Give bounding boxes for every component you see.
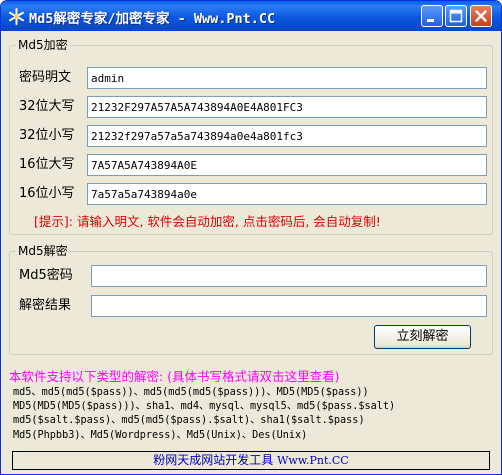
minimize-button[interactable] xyxy=(421,5,443,27)
support-caption[interactable]: 本软件支持以下类型的解密: (具体书写格式请双击这里查看) xyxy=(9,366,339,385)
lower32-output[interactable]: 21232f297a57a5a743894a0e4a801fc3 xyxy=(87,125,487,147)
methods-line: MD5(MD5(MD5($pass)))、sha1、md4、mysql、mysq… xyxy=(13,401,396,413)
decrypt-button[interactable]: 立刻解密 xyxy=(374,325,471,349)
footer-text: 粉网天成网站开发工具 xyxy=(153,453,274,467)
window-title: Md5解密专家/加密专家 - Www.Pnt.CC xyxy=(29,11,276,27)
upper16-output[interactable]: 7A57A5A743894A0E xyxy=(87,154,487,176)
encrypt-hint: [提示]: 请输入明文, 软件会自动加密, 点击密码后, 会自动复制! xyxy=(34,214,381,229)
lower32-label: 32位小写 xyxy=(19,128,75,143)
lower16-label: 16位小写 xyxy=(19,186,75,201)
plaintext-input[interactable]: admin xyxy=(87,67,487,89)
close-icon xyxy=(475,10,487,22)
minimize-icon xyxy=(427,19,434,22)
footer-link[interactable]: 粉网天成网站开发工具 Www.Pnt.CC xyxy=(12,451,490,470)
snowflake-icon xyxy=(9,8,24,25)
upper32-label: 32位大写 xyxy=(19,99,75,114)
methods-line: Md5(Phpbb3)、Md5(Wordpress)、Md5(Unix)、Des… xyxy=(13,429,308,441)
hash-label: Md5密码 xyxy=(19,268,73,283)
methods-line: md5($salt.$pass)、md5(md5($pass).$salt)、s… xyxy=(13,415,365,427)
result-output[interactable] xyxy=(91,295,487,317)
app-window: Md5解密专家/加密专家 - Www.Pnt.CC Md5加密 密码明文 adm… xyxy=(0,0,502,475)
maximize-button[interactable] xyxy=(445,5,467,27)
footer-url: Www.Pnt.CC xyxy=(277,454,349,467)
close-button[interactable] xyxy=(470,5,492,27)
decrypt-legend: Md5解密 xyxy=(16,244,70,258)
result-label: 解密结果 xyxy=(19,298,72,313)
title-bar[interactable]: Md5解密专家/加密专家 - Www.Pnt.CC xyxy=(1,1,501,31)
maximize-icon xyxy=(449,9,463,23)
encrypt-legend: Md5加密 xyxy=(16,38,70,52)
hash-input[interactable] xyxy=(91,265,487,287)
upper32-output[interactable]: 21232F297A57A5A743894A0E4A801FC3 xyxy=(87,96,487,118)
methods-line: md5、md5(md5($pass))、md5(md5(md5($pass)))… xyxy=(13,387,369,398)
support-methods: md5、md5(md5($pass))、md5(md5(md5($pass)))… xyxy=(13,386,395,443)
lower16-output[interactable]: 7a57a5a743894a0e xyxy=(87,183,487,205)
plaintext-label: 密码明文 xyxy=(19,70,72,85)
upper16-label: 16位大写 xyxy=(19,157,75,172)
